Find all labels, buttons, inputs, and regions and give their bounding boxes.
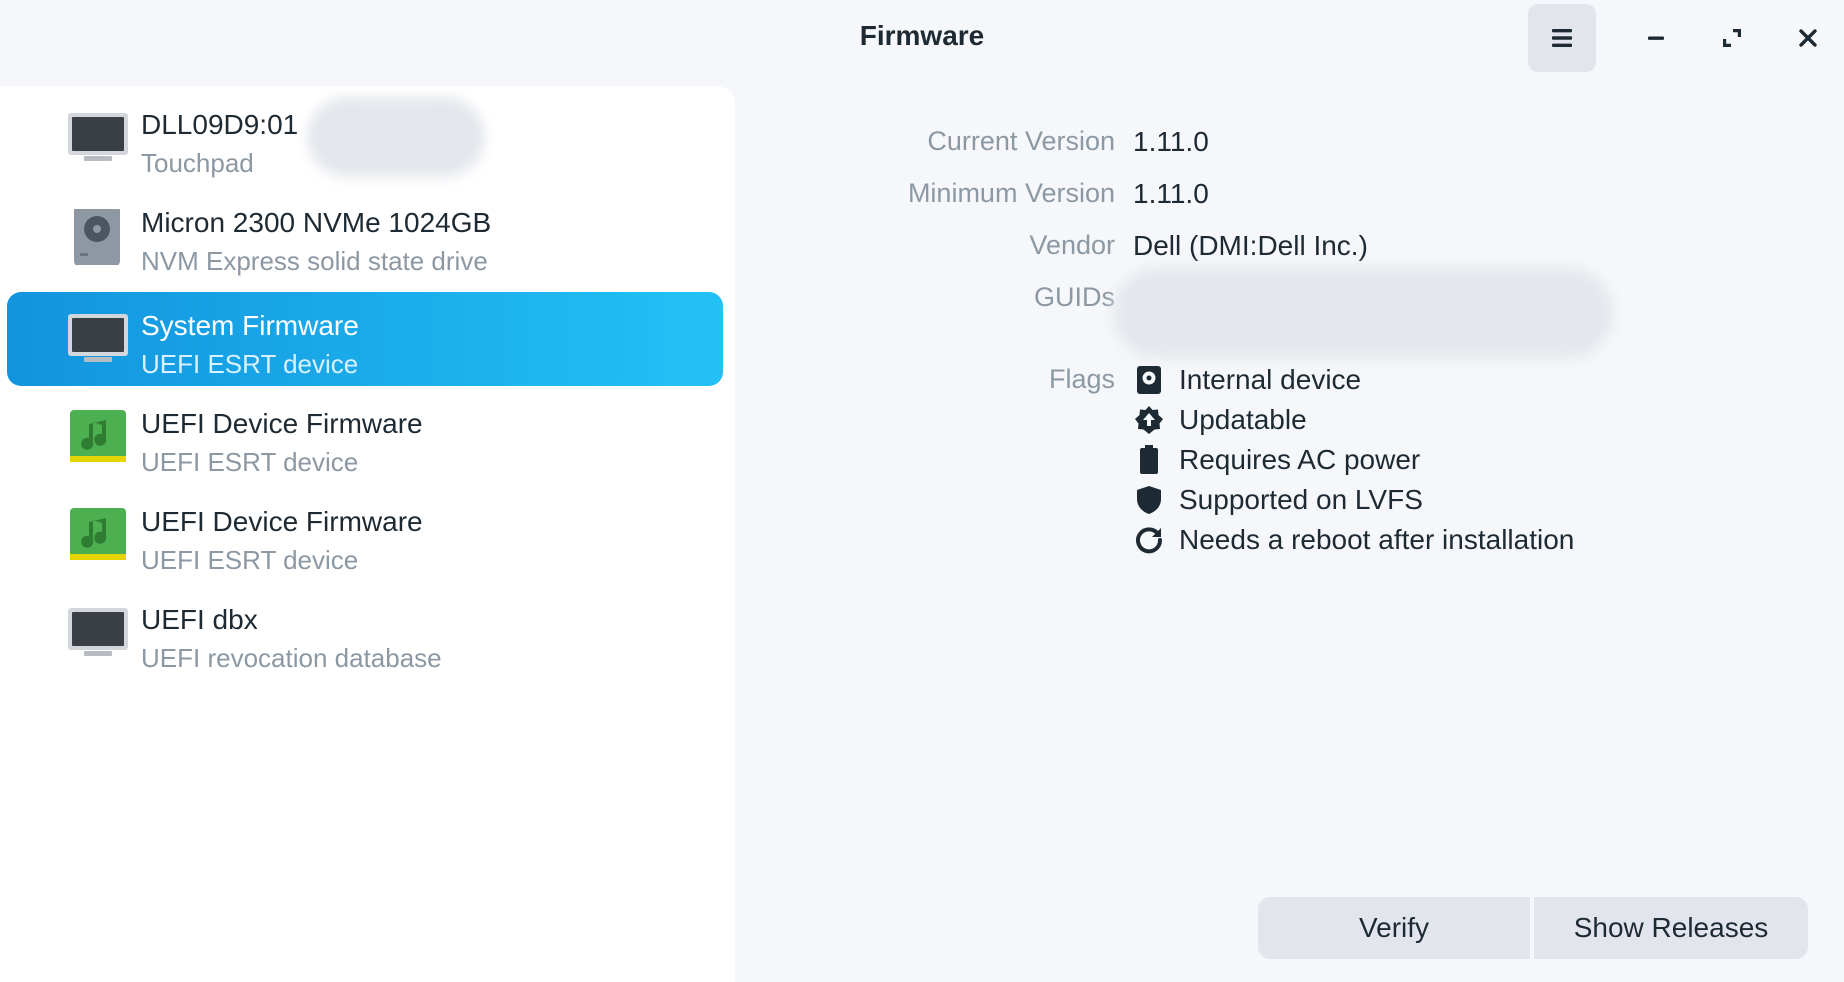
device-subtitle: NVM Express solid state drive	[141, 246, 488, 276]
flag-text: Updatable	[1179, 404, 1307, 435]
device-subtitle: UEFI ESRT device	[141, 349, 359, 379]
flag-internal-device: Internal device	[1133, 360, 1361, 400]
flag-text: Needs a reboot after installation	[1179, 524, 1575, 555]
flag-text: Requires AC power	[1179, 444, 1421, 475]
minimum-version-value: 1.11.0	[1133, 178, 1209, 209]
reboot-icon	[1133, 524, 1165, 556]
device-subtitle: UEFI ESRT device	[141, 447, 359, 477]
current-version-value: 1.11.0	[1133, 126, 1209, 157]
current-version-label: Current Version	[927, 126, 1115, 156]
flag-text: Supported on LVFS	[1179, 484, 1423, 515]
vendor-value: Dell (DMI:Dell Inc.)	[1133, 230, 1368, 261]
computer-icon	[68, 113, 128, 161]
flag-requires-ac-power: Requires AC power	[1133, 440, 1420, 480]
close-icon	[1799, 29, 1817, 47]
minimum-version-label: Minimum Version	[907, 178, 1115, 208]
device-title: UEFI dbx	[141, 604, 258, 635]
vendor-label: Vendor	[1029, 230, 1115, 260]
flag-needs-reboot: Needs a reboot after installation	[1133, 520, 1574, 560]
device-title: UEFI Device Firmware	[141, 506, 423, 537]
minimize-button[interactable]	[1622, 4, 1690, 72]
device-row-nvme[interactable]: Micron 2300 NVMe 1024GB NVM Express soli…	[7, 189, 723, 283]
minimize-icon	[1648, 36, 1664, 40]
header-bar: Firmware	[0, 0, 1844, 74]
verify-button[interactable]: Verify	[1258, 897, 1530, 959]
guids-label: GUIDs	[1034, 282, 1115, 312]
device-title: System Firmware	[141, 310, 359, 341]
redacted-area	[307, 97, 485, 177]
internal-device-icon	[1133, 364, 1165, 396]
shield-icon	[1133, 484, 1165, 516]
device-subtitle: Touchpad	[141, 148, 254, 178]
hamburger-icon	[1552, 29, 1572, 47]
device-row-uefi-dbx[interactable]: UEFI dbx UEFI revocation database	[7, 586, 723, 680]
flag-supported-on-lvfs: Supported on LVFS	[1133, 480, 1423, 520]
device-title: DLL09D9:01	[141, 109, 299, 140]
device-row-touchpad[interactable]: DLL09D9:01 Touchpad	[7, 91, 723, 185]
close-button[interactable]	[1774, 4, 1842, 72]
device-subtitle: UEFI ESRT device	[141, 545, 359, 575]
device-title: Micron 2300 NVMe 1024GB	[141, 207, 492, 238]
audio-card-icon	[70, 410, 126, 462]
battery-icon	[1133, 444, 1165, 476]
device-list: DLL09D9:01 Touchpad Micron 2300 NVMe 102…	[0, 86, 735, 982]
flags-label: Flags	[1048, 364, 1115, 394]
audio-card-icon	[70, 508, 126, 560]
device-row-system-firmware[interactable]: System Firmware UEFI ESRT device	[7, 292, 723, 386]
computer-icon	[68, 608, 128, 656]
updatable-icon	[1133, 404, 1165, 436]
device-details: Current Version 1.11.0 Minimum Version 1…	[735, 86, 1844, 982]
flag-updatable: Updatable	[1133, 400, 1307, 440]
device-row-uefi-device-firmware-2[interactable]: UEFI Device Firmware UEFI ESRT device	[7, 488, 723, 582]
device-subtitle: UEFI revocation database	[141, 643, 442, 673]
show-releases-button[interactable]: Show Releases	[1534, 897, 1808, 959]
maximize-icon	[1723, 29, 1741, 47]
device-title: UEFI Device Firmware	[141, 408, 423, 439]
maximize-button[interactable]	[1698, 4, 1766, 72]
drive-icon	[74, 209, 120, 265]
redacted-guids	[1113, 268, 1613, 358]
computer-icon	[68, 314, 128, 362]
device-row-uefi-device-firmware[interactable]: UEFI Device Firmware UEFI ESRT device	[7, 390, 723, 484]
main-menu-button[interactable]	[1528, 4, 1596, 72]
flag-text: Internal device	[1179, 364, 1362, 395]
